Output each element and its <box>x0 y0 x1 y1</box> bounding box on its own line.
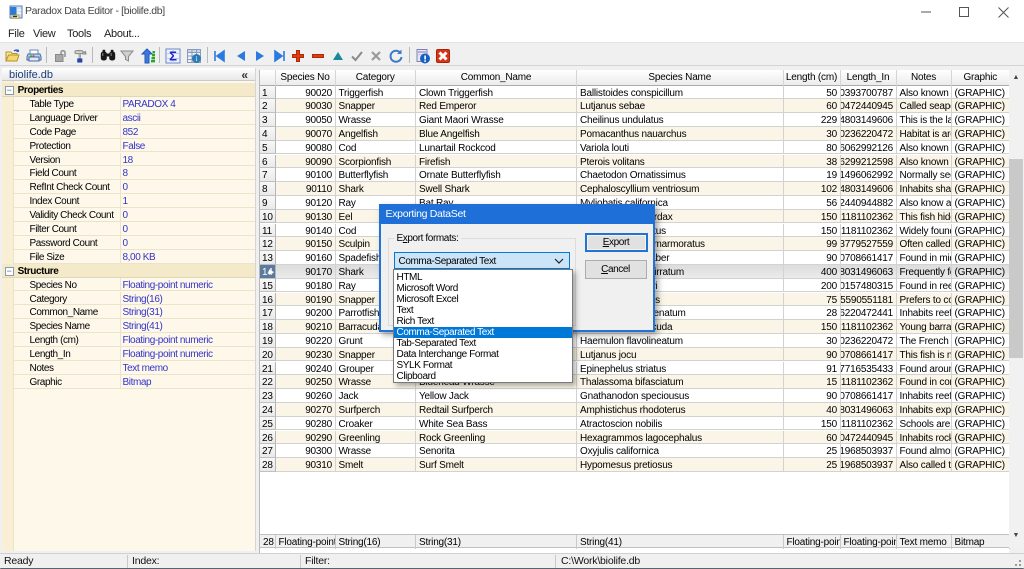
svg-text:i: i <box>196 55 198 63</box>
svg-text:Σ: Σ <box>169 49 177 64</box>
